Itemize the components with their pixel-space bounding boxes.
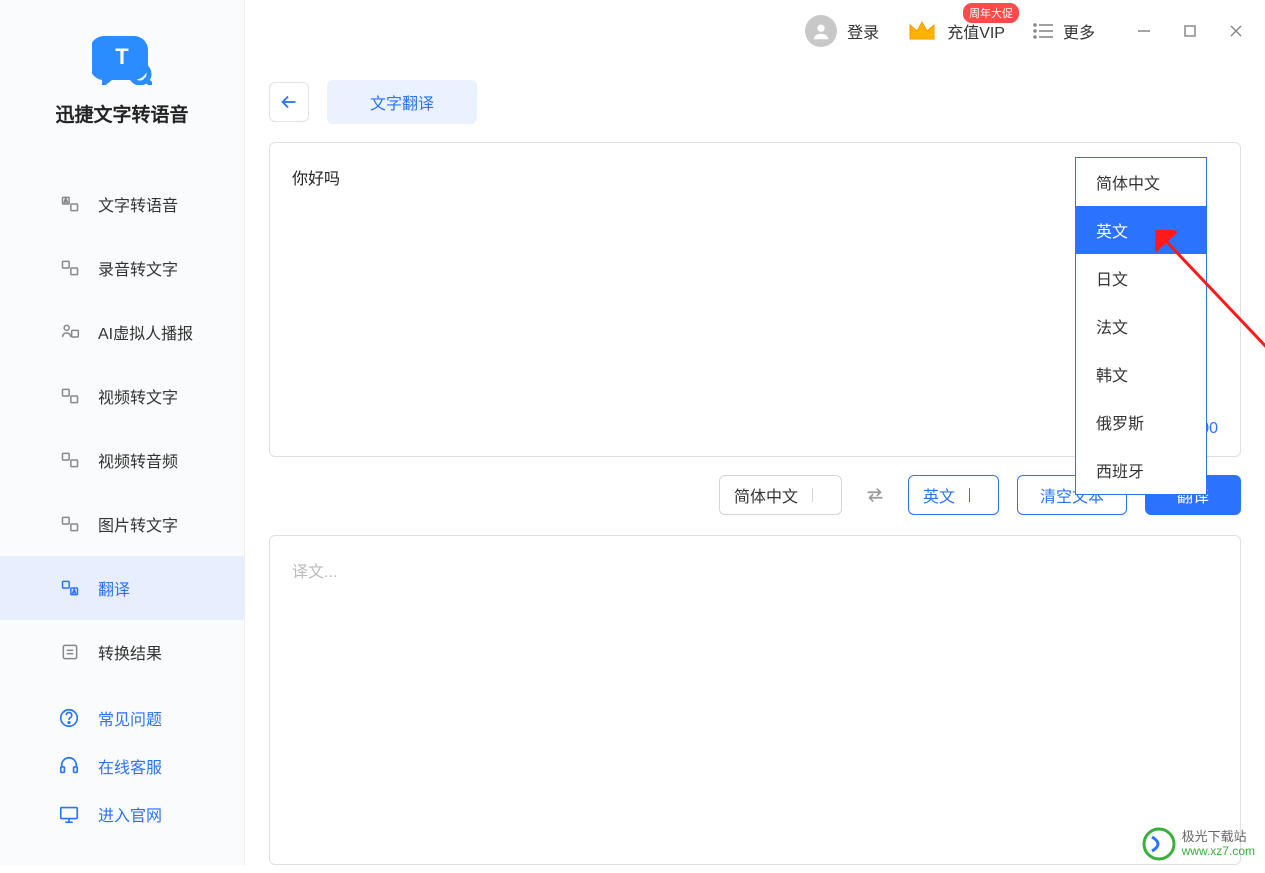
dropdown-option-fr[interactable]: 法文 xyxy=(1076,302,1206,350)
sidebar-item-label: 图片转文字 xyxy=(98,512,178,536)
dropdown-option-ja[interactable]: 日文 xyxy=(1076,254,1206,302)
dropdown-option-es[interactable]: 西班牙 xyxy=(1076,446,1206,494)
dropdown-option-ru[interactable]: 俄罗斯 xyxy=(1076,398,1206,446)
swap-languages-button[interactable] xyxy=(860,480,890,510)
help-link-label: 进入官网 xyxy=(98,802,162,826)
user-avatar-icon xyxy=(805,15,837,47)
arrow-left-icon xyxy=(278,91,300,113)
help-link-support[interactable]: 在线客服 xyxy=(0,742,244,790)
sidebar-item-results[interactable]: 转换结果 xyxy=(0,620,244,684)
target-text-box: 译文... xyxy=(269,535,1241,865)
vta-icon xyxy=(60,450,80,470)
sidebar-item-avatar[interactable]: AI虚拟人播报 xyxy=(0,300,244,364)
back-button[interactable] xyxy=(269,82,309,122)
monitor-icon xyxy=(58,803,80,825)
svg-text:A: A xyxy=(73,589,76,594)
dropdown-option-ko[interactable]: 韩文 xyxy=(1076,350,1206,398)
avatar-icon xyxy=(60,322,80,342)
sidebar-nav: A 文字转语音 录音转文字 AI虚拟人播报 视频转文字 视频转音频 图片转 xyxy=(0,172,244,684)
app-logo-icon: T xyxy=(92,30,152,85)
sidebar-item-translate[interactable]: A 翻译 xyxy=(0,556,244,620)
sidebar-item-label: AI虚拟人播报 xyxy=(98,320,193,344)
more-button[interactable]: 更多 xyxy=(1033,19,1095,43)
help-link-label: 常见问题 xyxy=(98,706,162,730)
sidebar-item-label: 视频转音频 xyxy=(98,448,178,472)
promo-badge: 周年大促 xyxy=(963,3,1019,23)
language-dropdown: 简体中文 英文 日文 法文 韩文 俄罗斯 西班牙 xyxy=(1075,157,1207,495)
sidebar-item-label: 转换结果 xyxy=(98,640,162,664)
sidebar-item-label: 翻译 xyxy=(98,576,130,600)
app-title: 迅捷文字转语音 xyxy=(55,100,188,127)
output-placeholder: 译文... xyxy=(292,558,1218,582)
chevron-up-icon xyxy=(969,488,984,502)
sidebar-item-label: 视频转文字 xyxy=(98,384,178,408)
swap-icon xyxy=(864,484,886,506)
translate-icon: A xyxy=(60,578,80,598)
logo-area: T 迅捷文字转语音 xyxy=(0,30,244,127)
results-icon xyxy=(60,642,80,662)
more-label: 更多 xyxy=(1063,19,1095,43)
help-link-website[interactable]: 进入官网 xyxy=(0,790,244,838)
target-lang-select[interactable]: 英文 xyxy=(908,475,999,515)
login-label: 登录 xyxy=(847,19,879,43)
tab-text-translate[interactable]: 文字翻译 xyxy=(327,80,477,124)
question-icon xyxy=(58,707,80,729)
ocr-icon xyxy=(60,514,80,534)
dropdown-option-en[interactable]: 英文 xyxy=(1076,206,1206,254)
help-link-label: 在线客服 xyxy=(98,754,162,778)
chevron-down-icon xyxy=(812,488,827,502)
sidebar-item-label: 文字转语音 xyxy=(98,192,178,216)
dropdown-option-zh[interactable]: 简体中文 xyxy=(1076,158,1206,206)
sidebar-item-tts[interactable]: A 文字转语音 xyxy=(0,172,244,236)
vtt-icon xyxy=(60,386,80,406)
help-links: 常见问题 在线客服 进入官网 xyxy=(0,684,244,873)
sidebar-item-label: 录音转文字 xyxy=(98,256,178,280)
window-controls xyxy=(1135,22,1245,40)
source-lang-label: 简体中文 xyxy=(734,483,798,507)
svg-text:T: T xyxy=(115,44,129,69)
tab-label: 文字翻译 xyxy=(370,90,434,114)
crown-icon xyxy=(907,17,937,45)
stt-icon xyxy=(60,258,80,278)
tts-icon: A xyxy=(60,194,80,214)
sidebar-item-vtt[interactable]: 视频转文字 xyxy=(0,364,244,428)
titlebar: 登录 充值VIP 周年大促 更多 xyxy=(245,0,1265,62)
close-button[interactable] xyxy=(1227,22,1245,40)
minimize-button[interactable] xyxy=(1135,22,1153,40)
sidebar: T 迅捷文字转语音 A 文字转语音 录音转文字 AI虚拟人播报 视频转文字 xyxy=(0,0,245,865)
menu-icon xyxy=(1033,23,1053,39)
main: 登录 充值VIP 周年大促 更多 文字翻译 xyxy=(245,0,1265,865)
headset-icon xyxy=(58,755,80,777)
sidebar-item-stt[interactable]: 录音转文字 xyxy=(0,236,244,300)
vip-button[interactable]: 充值VIP 周年大促 xyxy=(907,17,1005,45)
help-link-faq[interactable]: 常见问题 xyxy=(0,694,244,742)
login-button[interactable]: 登录 xyxy=(805,15,879,47)
source-lang-select[interactable]: 简体中文 xyxy=(719,475,842,515)
sidebar-item-ocr[interactable]: 图片转文字 xyxy=(0,492,244,556)
maximize-button[interactable] xyxy=(1181,22,1199,40)
tabbar: 文字翻译 xyxy=(245,62,1265,142)
sidebar-item-vta[interactable]: 视频转音频 xyxy=(0,428,244,492)
target-lang-label: 英文 xyxy=(923,483,955,507)
